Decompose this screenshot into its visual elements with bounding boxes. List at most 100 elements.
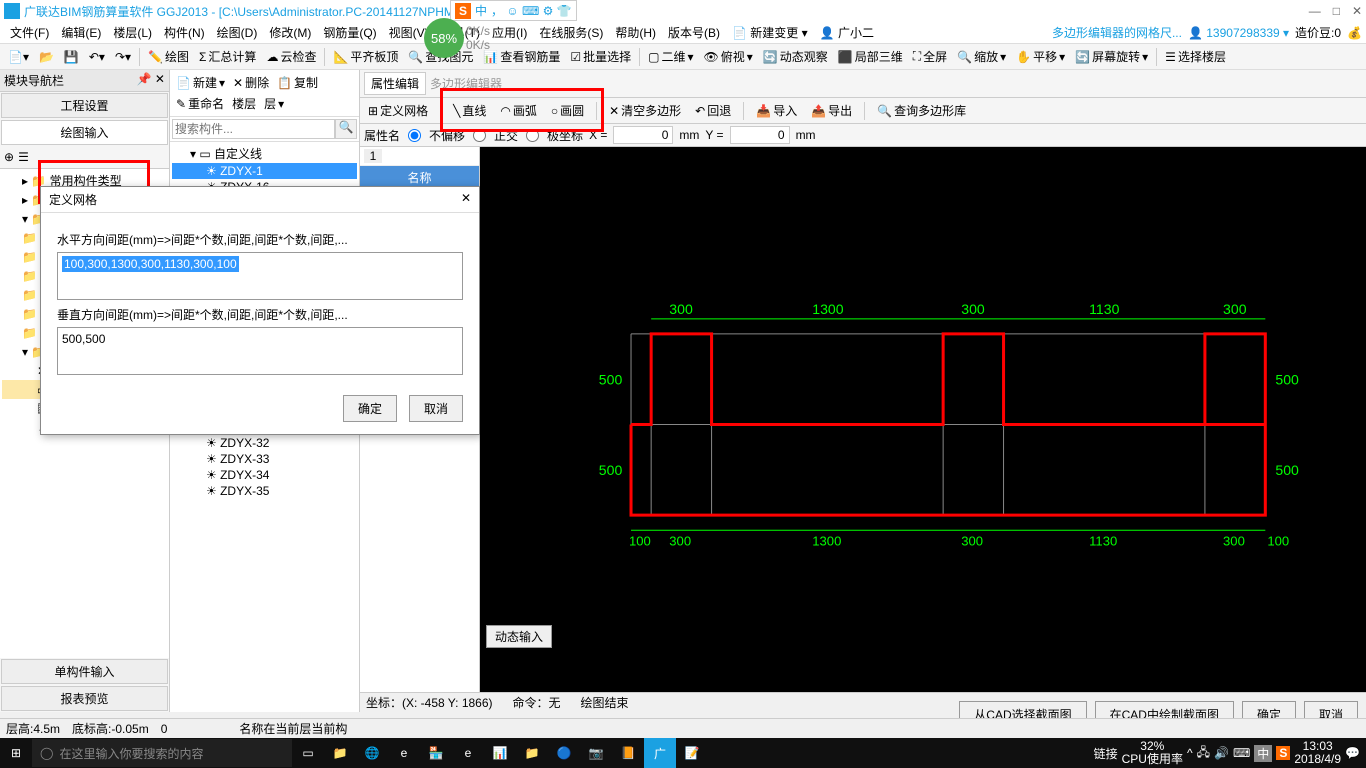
mid-new[interactable]: 📄新建▾ bbox=[172, 72, 229, 93]
btn-cad-select[interactable]: 从CAD选择截面图 bbox=[959, 701, 1086, 712]
mid-root[interactable]: ▾ ▭ 自定义线 bbox=[172, 144, 357, 163]
list-item[interactable]: ☀ ZDYX-32 bbox=[172, 435, 357, 451]
account-id[interactable]: 👤 13907298339 ▾ bbox=[1188, 26, 1289, 40]
tray-notif-icon[interactable]: 💬 bbox=[1345, 746, 1360, 760]
task-app-1[interactable]: 📁 bbox=[324, 738, 356, 768]
btn-line[interactable]: ╲ 直线 bbox=[449, 100, 490, 121]
tab-project-settings[interactable]: 工程设置 bbox=[1, 93, 168, 118]
ime-icons[interactable]: ， ☺ ⌨ ⚙ 👕 bbox=[491, 2, 572, 19]
tb-rot[interactable]: 🔄屏幕旋转▾ bbox=[1071, 46, 1152, 67]
radio-ortho[interactable] bbox=[473, 129, 486, 142]
mid-layer[interactable]: 层▾ bbox=[260, 93, 288, 114]
maximize-button[interactable]: □ bbox=[1333, 4, 1340, 18]
menu-app[interactable]: 应用(I) bbox=[486, 24, 533, 41]
wallet-icon[interactable]: 💰 bbox=[1347, 26, 1362, 40]
cpu-meter[interactable]: 32%CPU使用率 bbox=[1122, 740, 1183, 766]
menu-online[interactable]: 在线服务(S) bbox=[533, 24, 609, 41]
btn-ok[interactable]: 确定 bbox=[1242, 701, 1296, 712]
btn-clear[interactable]: ✕ 清空多边形 bbox=[605, 100, 685, 121]
dialog-close-icon[interactable]: ✕ bbox=[461, 191, 471, 208]
dynamic-input-btn[interactable]: 动态输入 bbox=[486, 625, 552, 648]
credits[interactable]: 造价豆:0 bbox=[1295, 24, 1341, 41]
task-app-3[interactable]: e bbox=[388, 738, 420, 768]
btn-import[interactable]: 📥 导入 bbox=[752, 100, 801, 121]
tb-flat[interactable]: 📐平齐板顶 bbox=[329, 46, 402, 67]
list-item[interactable]: ☀ ZDYX-35 bbox=[172, 483, 357, 499]
btn-query[interactable]: 🔍 查询多边形库 bbox=[873, 100, 970, 121]
tray-up-icon[interactable]: ^ bbox=[1187, 746, 1193, 760]
start-button[interactable]: ⊞ bbox=[0, 738, 32, 768]
menu-new-change[interactable]: 📄 新建变更 ▾ bbox=[726, 24, 814, 41]
task-app-2[interactable]: 🌐 bbox=[356, 738, 388, 768]
tb-new[interactable]: 📄▾ bbox=[4, 48, 33, 66]
v-spacing-input[interactable]: 500,500 bbox=[57, 327, 463, 375]
tb-draw[interactable]: ✏️绘图 bbox=[144, 46, 193, 67]
task-app-7[interactable]: 📁 bbox=[516, 738, 548, 768]
list-item[interactable]: ☀ ZDYX-33 bbox=[172, 451, 357, 467]
tray-net-icon[interactable]: 🖧 bbox=[1197, 743, 1210, 764]
tray-vol-icon[interactable]: 🔊 bbox=[1214, 746, 1229, 760]
tb-sum[interactable]: Σ 汇总计算 bbox=[195, 46, 260, 67]
mid-sel-item[interactable]: ☀ ZDYX-1 bbox=[172, 163, 357, 179]
dialog-cancel-button[interactable]: 取消 bbox=[409, 395, 463, 422]
tray-ime-zhong[interactable]: 中 bbox=[1254, 745, 1272, 762]
tb-open[interactable]: 📂 bbox=[35, 48, 58, 66]
menu-edit[interactable]: 编辑(E) bbox=[55, 24, 107, 41]
mid-rename[interactable]: ✎重命名 bbox=[172, 93, 228, 114]
tab-prop-edit[interactable]: 属性编辑 bbox=[364, 72, 426, 95]
tb-pan[interactable]: ✋平移▾ bbox=[1012, 46, 1069, 67]
menu-version[interactable]: 版本号(B) bbox=[662, 24, 726, 41]
btn-define-grid[interactable]: ⊞ 定义网格 bbox=[364, 100, 432, 121]
tb-redo[interactable]: ↷▾ bbox=[111, 48, 135, 66]
nav-tool-1[interactable]: ⊕ bbox=[4, 150, 14, 164]
tb-bird[interactable]: 👁俯视▾ bbox=[700, 46, 757, 67]
tb-dyn[interactable]: 🔄动态观察 bbox=[759, 46, 832, 67]
y-input[interactable] bbox=[730, 126, 790, 144]
menu-component[interactable]: 构件(N) bbox=[158, 24, 211, 41]
close-button[interactable]: ✕ bbox=[1352, 4, 1362, 18]
nav-pin-icon[interactable]: 📌 ✕ bbox=[137, 72, 165, 89]
tray-ime-icon[interactable]: ⌨ bbox=[1233, 746, 1250, 760]
task-view-icon[interactable]: ▭ bbox=[292, 738, 324, 768]
task-app-6[interactable]: 📊 bbox=[484, 738, 516, 768]
task-link[interactable]: 链接 bbox=[1094, 745, 1118, 762]
menu-floor[interactable]: 楼层(L) bbox=[107, 24, 158, 41]
menu-user[interactable]: 👤 广小二 bbox=[814, 24, 880, 41]
tab-single-input[interactable]: 单构件输入 bbox=[1, 659, 168, 684]
btn-cancel[interactable]: 取消 bbox=[1304, 701, 1358, 712]
menu-rebar[interactable]: 钢筋量(Q) bbox=[317, 24, 382, 41]
tab-report[interactable]: 报表预览 bbox=[1, 686, 168, 711]
tb-selfloor[interactable]: ☰选择楼层 bbox=[1161, 46, 1230, 67]
mid-del[interactable]: ✕删除 bbox=[229, 72, 273, 93]
mid-copy[interactable]: 📋复制 bbox=[273, 72, 322, 93]
dialog-ok-button[interactable]: 确定 bbox=[343, 395, 397, 422]
btn-export[interactable]: 📤 导出 bbox=[807, 100, 856, 121]
menu-modify[interactable]: 修改(M) bbox=[263, 24, 317, 41]
menu-file[interactable]: 文件(F) bbox=[4, 24, 55, 41]
tb-batch[interactable]: ☑批量选择 bbox=[566, 46, 635, 67]
tb-viewbar[interactable]: 📊查看钢筋量 bbox=[479, 46, 564, 67]
btn-cad-draw[interactable]: 在CAD中绘制截面图 bbox=[1095, 701, 1234, 712]
list-item[interactable]: ☀ ZDYX-34 bbox=[172, 467, 357, 483]
task-app-11[interactable]: 广 bbox=[644, 738, 676, 768]
tray-clock[interactable]: 13:032018/4/9 bbox=[1294, 740, 1341, 766]
search-input[interactable] bbox=[172, 119, 335, 139]
minimize-button[interactable]: — bbox=[1309, 4, 1321, 18]
task-app-9[interactable]: 📷 bbox=[580, 738, 612, 768]
tb-undo[interactable]: ↶▾ bbox=[85, 48, 109, 66]
menu-draw[interactable]: 绘图(D) bbox=[211, 24, 264, 41]
tb-save[interactable]: 💾 bbox=[60, 48, 83, 66]
tb-2d[interactable]: ▢二维▾ bbox=[644, 46, 697, 67]
tb-cloud[interactable]: ☁ 云检查 bbox=[262, 46, 320, 67]
perf-widget[interactable]: 58% 0K/s 0K/s bbox=[424, 18, 490, 58]
task-app-8[interactable]: 🔵 bbox=[548, 738, 580, 768]
tab-draw-input[interactable]: 绘图输入 bbox=[1, 120, 168, 145]
mid-floor[interactable]: 楼层 bbox=[228, 93, 260, 114]
search-button[interactable]: 🔍 bbox=[335, 119, 357, 139]
x-input[interactable] bbox=[613, 126, 673, 144]
task-app-10[interactable]: 📙 bbox=[612, 738, 644, 768]
btn-arc[interactable]: ◠ 画弧 bbox=[496, 100, 541, 121]
btn-circle[interactable]: ○ 画圆 bbox=[547, 100, 588, 121]
tb-full[interactable]: ⛶全屏 bbox=[909, 46, 951, 67]
nav-tool-2[interactable]: ☰ bbox=[18, 150, 29, 164]
